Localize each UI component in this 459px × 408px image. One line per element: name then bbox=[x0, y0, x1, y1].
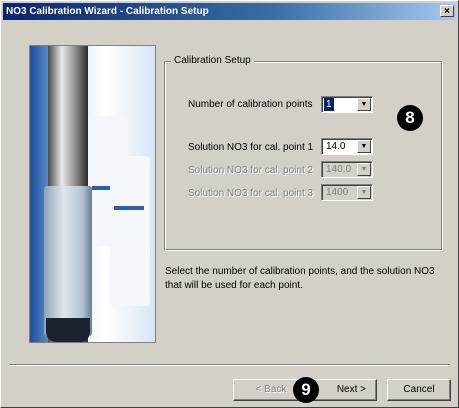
close-icon: × bbox=[444, 6, 450, 17]
chevron-down-icon[interactable]: ▼ bbox=[357, 186, 371, 199]
calibration-setup-group bbox=[164, 61, 443, 251]
point2-select[interactable]: 140.0 ▼ bbox=[321, 161, 373, 178]
close-button[interactable]: × bbox=[440, 5, 454, 17]
point1-value: 14.0 bbox=[326, 141, 346, 152]
point2-label: Solution NO3 for cal. point 2 bbox=[188, 165, 314, 176]
wizard-window: NO3 Calibration Wizard - Calibration Set… bbox=[0, 0, 459, 408]
window-title: NO3 Calibration Wizard - Calibration Set… bbox=[6, 6, 209, 17]
button-separator bbox=[9, 364, 450, 366]
bottle-image bbox=[110, 156, 150, 306]
chevron-down-icon[interactable]: ▼ bbox=[357, 163, 371, 176]
cancel-button[interactable]: Cancel bbox=[387, 379, 451, 401]
point3-label: Solution NO3 for cal. point 3 bbox=[188, 188, 314, 199]
group-caption: Calibration Setup bbox=[171, 55, 254, 66]
probe-window bbox=[44, 186, 92, 336]
step-8-badge: 8 bbox=[397, 105, 423, 131]
point3-select[interactable]: 1400 ▼ bbox=[321, 184, 373, 201]
point1-label: Solution NO3 for cal. point 1 bbox=[188, 142, 314, 153]
point2-value: 140.0 bbox=[326, 164, 352, 175]
next-button[interactable]: Next > bbox=[309, 379, 377, 401]
bottle-label-mark bbox=[92, 186, 110, 190]
probe-tip bbox=[46, 318, 90, 342]
point1-select[interactable]: 14.0 ▼ bbox=[321, 138, 373, 155]
chevron-down-icon[interactable]: ▼ bbox=[357, 140, 371, 153]
num-points-value: 1 bbox=[324, 98, 334, 111]
wizard-side-image bbox=[29, 45, 156, 343]
bottle-label-mark bbox=[114, 206, 144, 210]
chevron-down-icon[interactable]: ▼ bbox=[357, 98, 371, 111]
num-points-select[interactable]: 1 ▼ bbox=[321, 96, 373, 113]
num-points-label: Number of calibration points bbox=[188, 99, 313, 110]
point3-value: 1400 bbox=[326, 187, 349, 198]
title-bar: NO3 Calibration Wizard - Calibration Set… bbox=[3, 3, 456, 20]
help-text: Select the number of calibration points,… bbox=[165, 266, 435, 291]
step-9-badge: 9 bbox=[293, 377, 319, 403]
